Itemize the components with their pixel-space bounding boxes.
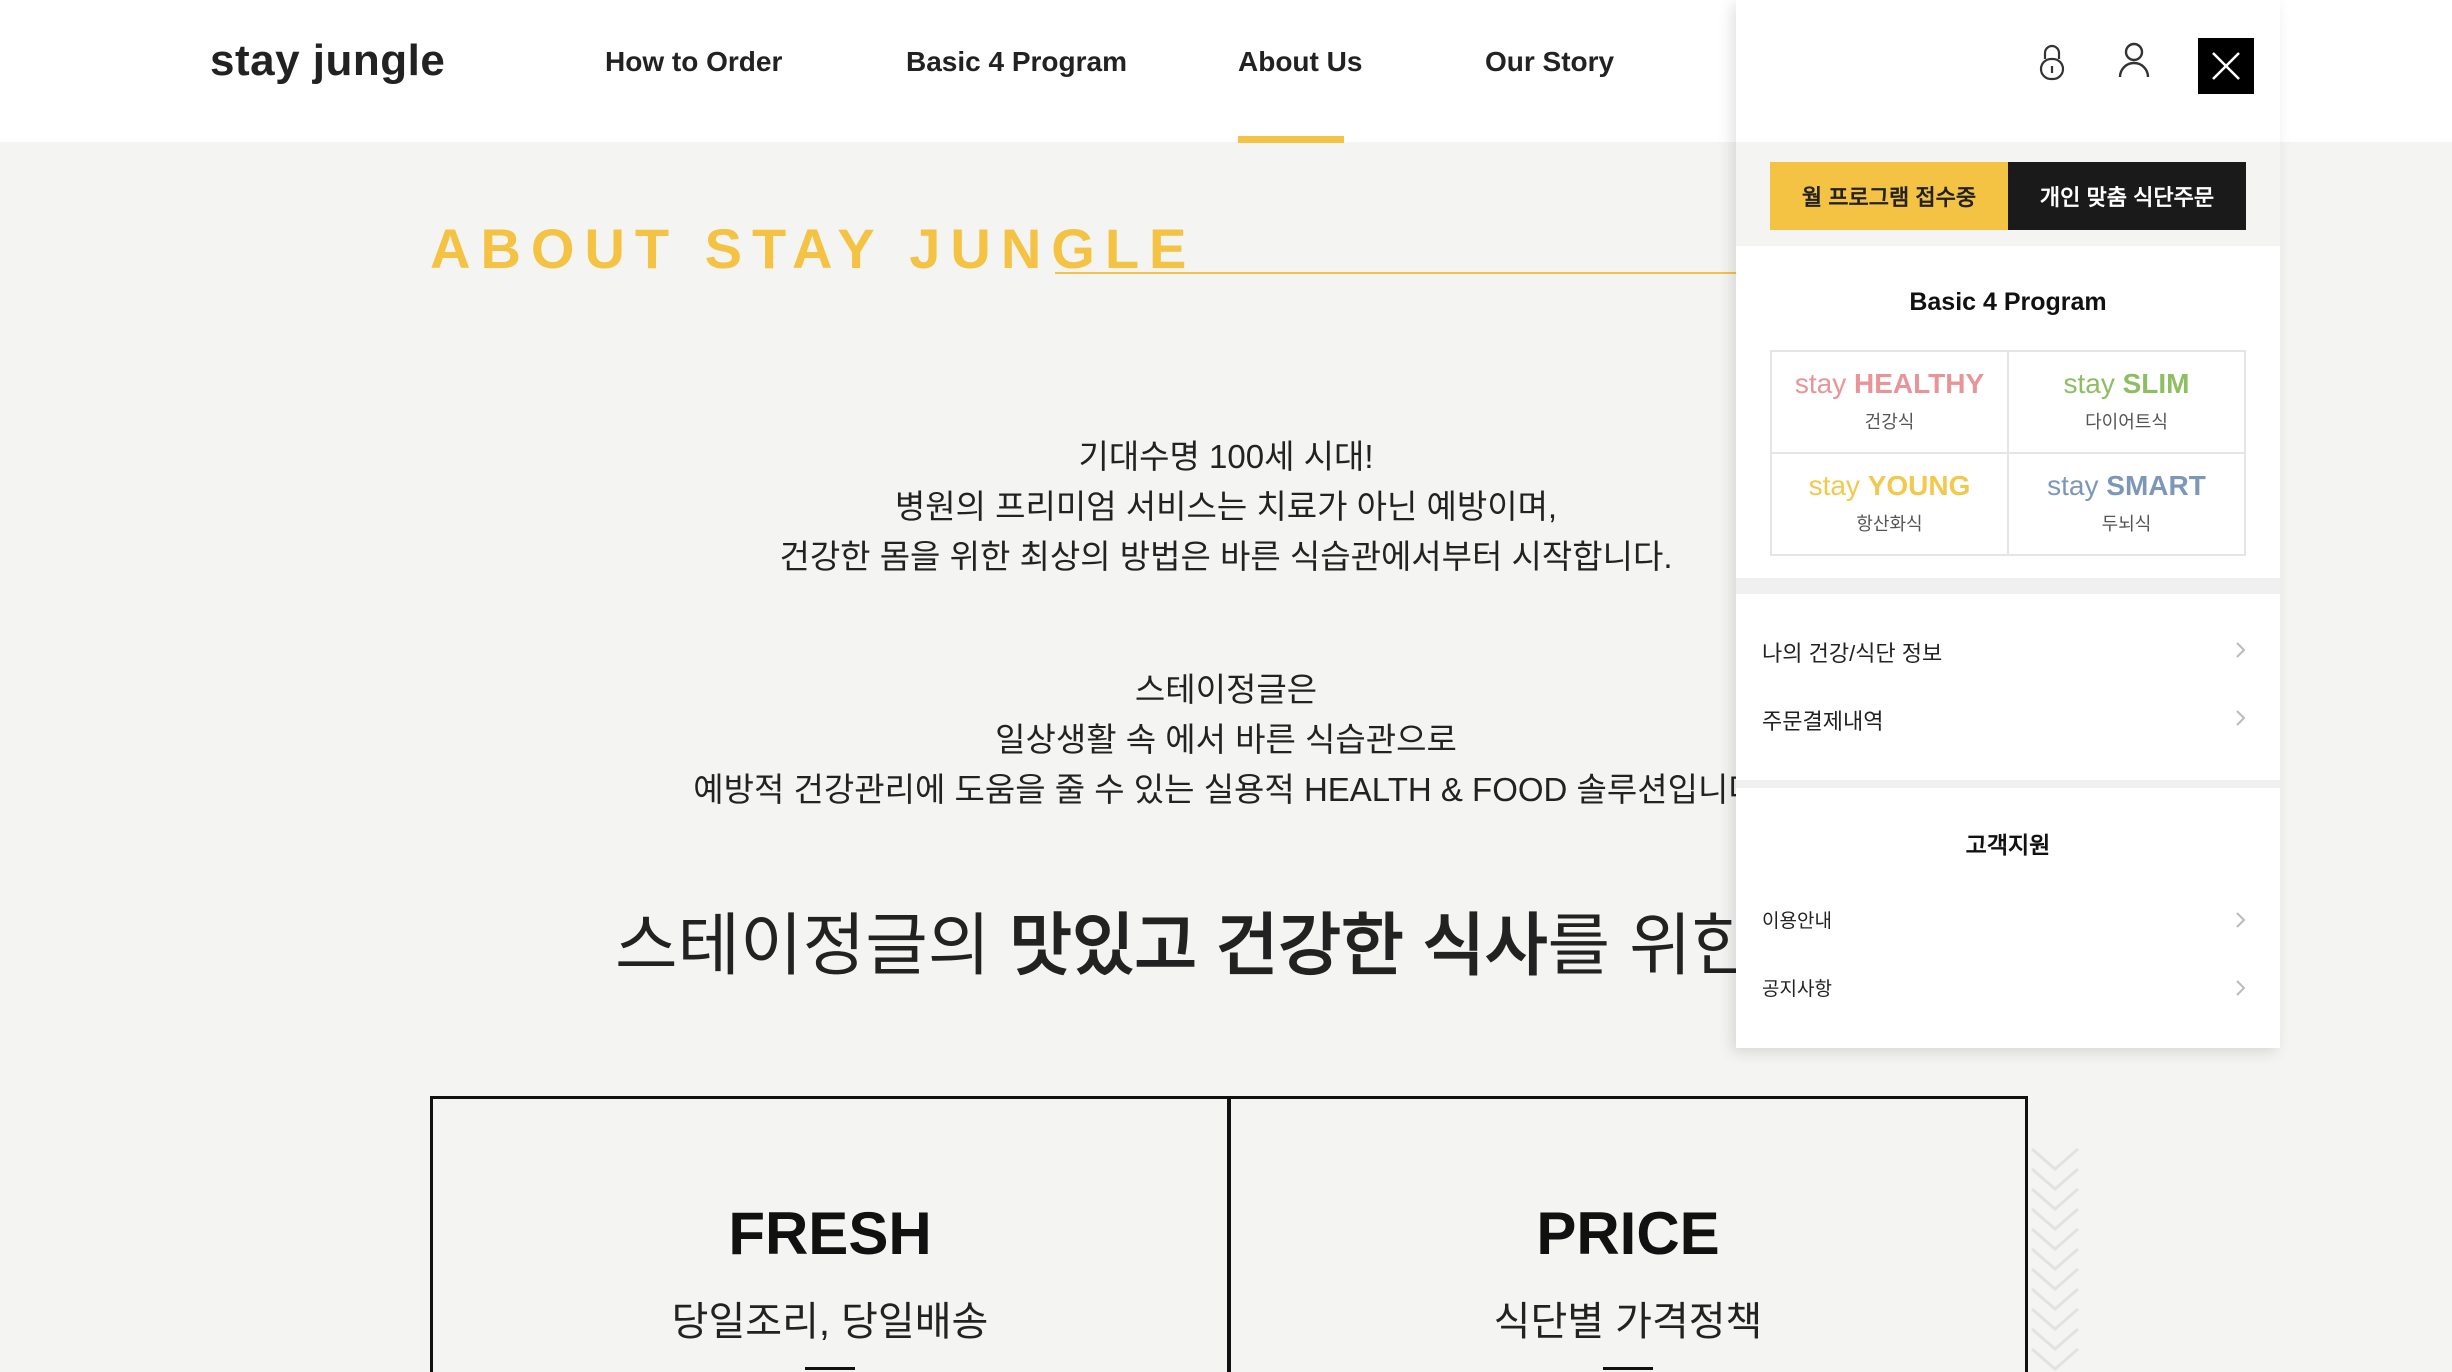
menu-label: 주문결제내역: [1762, 709, 1884, 734]
nav-about-us[interactable]: About Us: [1238, 46, 1362, 78]
logo-text: stay jungle: [210, 36, 446, 85]
nav-how-to-order[interactable]: How to Order: [605, 46, 782, 78]
menu-label: 이용안내: [1762, 911, 1832, 932]
feature-subtitle: 식단별 가격정책: [1493, 1300, 1763, 1344]
panel-divider: [1736, 578, 2280, 594]
menu-label: 나의 건강/식단 정보: [1762, 641, 1943, 666]
program-name: stay YOUNG: [1772, 470, 2007, 502]
panel-header: [1736, 0, 2280, 142]
headline-bold: 맛있고 건강한 식사: [1009, 908, 1548, 984]
program-name: stay SMART: [2009, 470, 2244, 502]
program-subtitle: 항산화식: [1856, 514, 1923, 534]
chevron-right-icon: [2236, 642, 2246, 658]
panel-cta-area: 월 프로그램 접수중 개인 맞춤 식단주문: [1736, 142, 2280, 246]
nav-active-indicator: [1238, 136, 1344, 143]
program-slim[interactable]: stay SLIM 다이어트식: [2008, 351, 2245, 453]
program-subtitle: 건강식: [1864, 412, 1915, 432]
headline: 스테이정글의 맛있고 건강한 식사를 위한 노: [615, 890, 1836, 989]
close-button[interactable]: [2198, 38, 2254, 94]
program-keyword: YOUNG: [1867, 470, 1971, 501]
close-icon: [2212, 52, 2240, 80]
side-menu-panel: 월 프로그램 접수중 개인 맞춤 식단주문 Basic 4 Program st…: [1736, 0, 2280, 1048]
program-young[interactable]: stay YOUNG 항산화식: [1771, 453, 2008, 555]
program-subtitle: 두뇌식: [2101, 514, 2152, 534]
nav-basic-4-program[interactable]: Basic 4 Program: [906, 46, 1127, 78]
feature-title: FRESH: [728, 1200, 932, 1267]
lock-icon[interactable]: [2030, 40, 2074, 84]
zigzag-pattern-decoration: [2031, 1147, 2079, 1371]
panel-divider: [1736, 780, 2280, 788]
program-subtitle: 다이어트식: [2085, 412, 2168, 432]
headline-pre: 스테이정글의: [615, 908, 1010, 984]
feature-divider: [805, 1367, 855, 1370]
feature-box-fresh: FRESH 당일조리, 당일배송: [430, 1096, 1230, 1372]
feature-subtitle: 당일조리, 당일배송: [671, 1300, 989, 1344]
feature-box-price: PRICE 식단별 가격정책: [1228, 1096, 2028, 1372]
program-keyword: HEALTHY: [1853, 368, 1985, 399]
support-section-title: 고객지원: [1965, 832, 2051, 858]
custom-order-button[interactable]: 개인 맞춤 식단주문: [2008, 162, 2246, 230]
chevron-right-icon: [2236, 710, 2246, 726]
nav-our-story[interactable]: Our Story: [1485, 46, 1614, 78]
program-keyword: SMART: [2106, 470, 2206, 501]
feature-divider: [1603, 1367, 1653, 1370]
menu-health-info[interactable]: 나의 건강/식단 정보: [1762, 632, 2252, 672]
program-grid: stay HEALTHY 건강식 stay SLIM 다이어트식 stay YO…: [1770, 350, 2246, 556]
program-name: stay HEALTHY: [1772, 368, 2007, 400]
menu-label: 공지사항: [1762, 979, 1832, 1000]
program-keyword: SLIM: [2122, 368, 2190, 399]
program-prefix: stay: [2047, 470, 2107, 501]
menu-notices[interactable]: 공지사항: [1762, 970, 2252, 1010]
menu-guide[interactable]: 이용안내: [1762, 902, 2252, 942]
program-prefix: stay: [1808, 470, 1868, 501]
program-prefix: stay: [1794, 368, 1854, 399]
feature-title: PRICE: [1536, 1200, 1720, 1267]
program-smart[interactable]: stay SMART 두뇌식: [2008, 453, 2245, 555]
chevron-right-icon: [2236, 912, 2246, 928]
chevron-right-icon: [2236, 980, 2246, 996]
menu-order-history[interactable]: 주문결제내역: [1762, 700, 2252, 740]
program-healthy[interactable]: stay HEALTHY 건강식: [1771, 351, 2008, 453]
logo[interactable]: stay jungle: [210, 36, 445, 86]
program-name: stay SLIM: [2009, 368, 2244, 400]
monthly-program-button[interactable]: 월 프로그램 접수중: [1770, 162, 2008, 230]
section-title-rule: [1055, 272, 1755, 274]
program-section-title: Basic 4 Program: [1909, 288, 2107, 316]
program-prefix: stay: [2063, 368, 2123, 399]
user-icon[interactable]: [2112, 38, 2156, 82]
